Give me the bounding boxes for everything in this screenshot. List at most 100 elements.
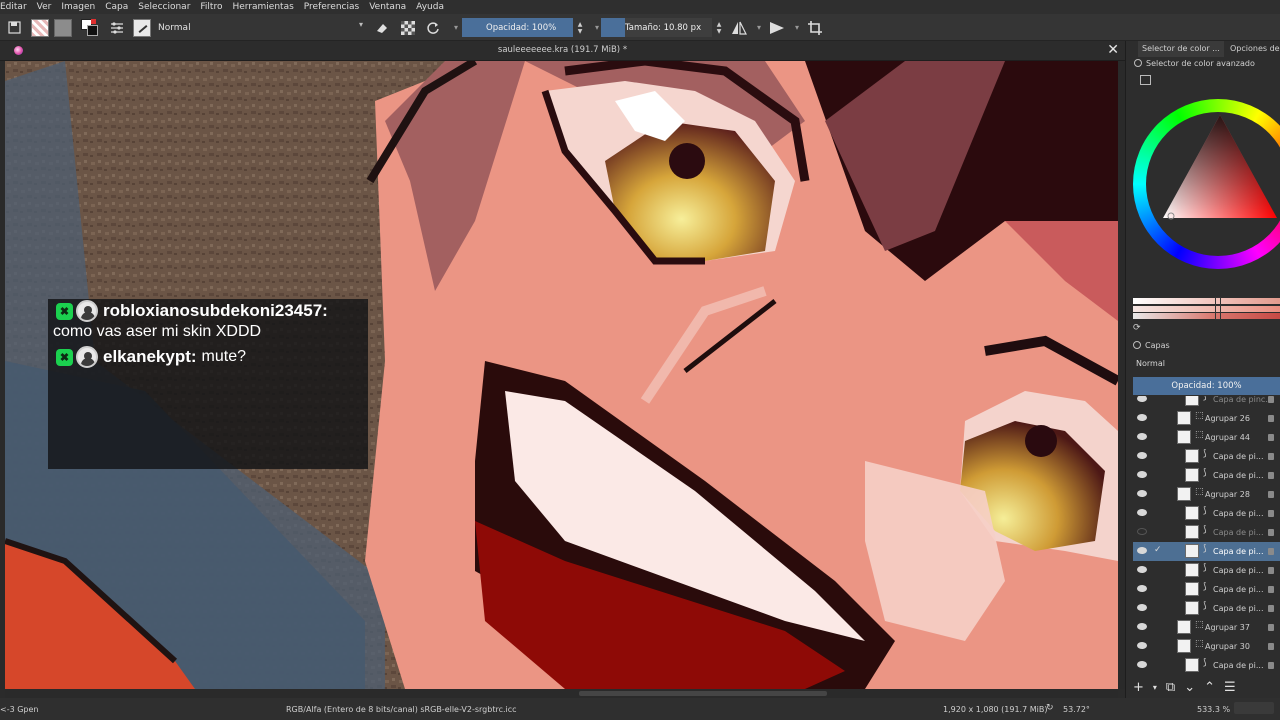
mirror-vertical-icon[interactable]: [767, 18, 787, 37]
save-icon[interactable]: [4, 18, 24, 37]
opacity-spinner[interactable]: ▲ ▼: [575, 18, 585, 37]
color-slider[interactable]: [1133, 306, 1280, 312]
layer-group-row[interactable]: ⬚ Agrupar 44: [1133, 428, 1280, 447]
layer-row[interactable]: ⟆ Capa de pi...: [1133, 466, 1280, 485]
layer-group-row[interactable]: ⬚ Agrupar 37: [1133, 618, 1280, 637]
brush-preset-icon[interactable]: [30, 18, 50, 37]
menu-item-editar[interactable]: Editar: [0, 2, 37, 12]
lock-icon[interactable]: [1268, 662, 1274, 669]
duplicate-layer-icon[interactable]: ⧉: [1166, 680, 1175, 695]
chevron-down-icon[interactable]: ▾: [749, 18, 769, 37]
menu-item-ventana[interactable]: Ventana: [369, 2, 416, 12]
size-spinner[interactable]: ▲ ▼: [714, 18, 724, 37]
crop-icon[interactable]: [805, 18, 825, 37]
visibility-eye-icon[interactable]: [1137, 396, 1147, 402]
lock-icon[interactable]: [1268, 453, 1274, 460]
layer-row[interactable]: ⟆ Capa de pi...: [1133, 656, 1280, 675]
layer-row[interactable]: ⟆ Capa de pi...: [1133, 580, 1280, 599]
chevron-down-icon[interactable]: ▾: [787, 18, 807, 37]
color-sliders[interactable]: [1133, 297, 1280, 320]
move-layer-down-icon[interactable]: ⌄: [1184, 680, 1195, 695]
visibility-eye-icon[interactable]: [1137, 547, 1147, 554]
fg-bg-color-icon[interactable]: [80, 18, 100, 37]
visibility-eye-icon[interactable]: [1137, 471, 1147, 478]
lock-icon[interactable]: [1268, 567, 1274, 574]
lock-icon[interactable]: [1268, 605, 1274, 612]
document-title[interactable]: saulееееееe.kra (191.7 MiB) *: [0, 45, 1125, 55]
status-zoom[interactable]: 533.3 %: [1197, 705, 1230, 714]
layer-row[interactable]: ⟆ Capa de pinc...: [1133, 396, 1280, 409]
menu-item-seleccionar[interactable]: Seleccionar: [138, 2, 200, 12]
add-layer-icon[interactable]: +: [1133, 680, 1144, 695]
blend-mode-select[interactable]: Normal ▾: [155, 18, 365, 37]
lock-icon[interactable]: [1268, 510, 1274, 517]
horizontal-scrollbar[interactable]: [5, 689, 1118, 698]
layer-opacity-slider[interactable]: Opacidad: 100%: [1133, 377, 1280, 395]
pattern-icon[interactable]: [53, 18, 73, 37]
menu-item-capa[interactable]: Capa: [105, 2, 138, 12]
visibility-eye-icon[interactable]: [1137, 433, 1147, 440]
tab-color-selector[interactable]: Selector de color ...: [1138, 41, 1224, 57]
eraser-icon[interactable]: [372, 18, 392, 37]
layer-row[interactable]: ⟆ Capa de pi...: [1133, 561, 1280, 580]
chevron-down-icon[interactable]: ▾: [1153, 683, 1157, 692]
size-slider[interactable]: Tamaño: 10.80 px: [601, 18, 712, 37]
color-triangle[interactable]: [1160, 112, 1280, 222]
lock-icon[interactable]: [1268, 415, 1274, 422]
menu-item-herramientas[interactable]: Herramientas: [232, 2, 303, 12]
visibility-eye-icon[interactable]: [1137, 661, 1147, 668]
color-slider[interactable]: [1133, 313, 1280, 319]
menu-item-filtro[interactable]: Filtro: [200, 2, 232, 12]
layer-blend-mode-select[interactable]: Normal: [1133, 356, 1280, 372]
visibility-eye-icon[interactable]: [1137, 490, 1147, 497]
layer-group-row[interactable]: ⬚ Agrupar 28: [1133, 485, 1280, 504]
pin-icon[interactable]: [1133, 341, 1141, 349]
tab-tool-options[interactable]: Opciones de h: [1226, 41, 1280, 57]
lock-icon[interactable]: [1268, 548, 1274, 555]
layer-group-row[interactable]: ⬚ Agrupar 26: [1133, 409, 1280, 428]
reload-preset-icon[interactable]: [423, 18, 443, 37]
zoom-slider[interactable]: [1234, 702, 1274, 714]
menu-item-preferencias[interactable]: Preferencias: [304, 2, 369, 12]
settings-icon[interactable]: [1140, 75, 1151, 85]
menu-item-ayuda[interactable]: Ayuda: [416, 2, 454, 12]
visibility-eye-icon[interactable]: [1137, 566, 1147, 573]
layer-row[interactable]: ✓ ⟆ Capa de pi...: [1133, 542, 1280, 561]
layer-row[interactable]: ⟆ Capa de pi...: [1133, 504, 1280, 523]
color-slider[interactable]: [1133, 298, 1280, 304]
check-icon[interactable]: ✓: [1154, 545, 1162, 555]
alpha-lock-icon[interactable]: [398, 18, 418, 37]
visibility-eye-icon[interactable]: [1137, 509, 1147, 516]
pin-icon[interactable]: [1134, 59, 1142, 67]
menu-item-ver[interactable]: Ver: [37, 2, 62, 12]
mirror-horizontal-icon[interactable]: [729, 18, 749, 37]
refresh-icon[interactable]: ⟳: [1133, 323, 1141, 333]
move-layer-up-icon[interactable]: ⌃: [1204, 680, 1215, 695]
scrollbar-thumb[interactable]: [579, 691, 827, 696]
vertical-scrollbar[interactable]: [1118, 61, 1125, 689]
slider-handle[interactable]: [1215, 297, 1221, 320]
lock-icon[interactable]: [1268, 624, 1274, 631]
menu-item-imagen[interactable]: Imagen: [61, 2, 105, 12]
layer-row[interactable]: ⟆ Capa de pi...: [1133, 447, 1280, 466]
brush-settings-icon[interactable]: [107, 18, 127, 37]
lock-icon[interactable]: [1268, 472, 1274, 479]
visibility-eye-icon[interactable]: [1137, 452, 1147, 459]
layer-row[interactable]: ⟆ Capa de pi...: [1133, 523, 1280, 542]
visibility-eye-icon[interactable]: [1137, 623, 1147, 630]
status-rotation[interactable]: 53.72°: [1063, 705, 1090, 714]
brush-icon[interactable]: [132, 18, 152, 37]
lock-icon[interactable]: [1268, 434, 1274, 441]
visibility-eye-icon[interactable]: [1137, 528, 1147, 535]
canvas[interactable]: ✖ robloxianosubdekoni23457: como vas ase…: [5, 61, 1118, 689]
lock-icon[interactable]: [1268, 491, 1274, 498]
visibility-eye-icon[interactable]: [1137, 604, 1147, 611]
lock-icon[interactable]: [1268, 529, 1274, 536]
layer-row[interactable]: ⟆ Capa de pi...: [1133, 599, 1280, 618]
visibility-eye-icon[interactable]: [1137, 414, 1147, 421]
layer-group-row[interactable]: ⬚ Agrupar 30: [1133, 637, 1280, 656]
visibility-eye-icon[interactable]: [1137, 642, 1147, 649]
visibility-eye-icon[interactable]: [1137, 585, 1147, 592]
close-icon[interactable]: ✕: [1107, 42, 1119, 58]
lock-icon[interactable]: [1268, 643, 1274, 650]
